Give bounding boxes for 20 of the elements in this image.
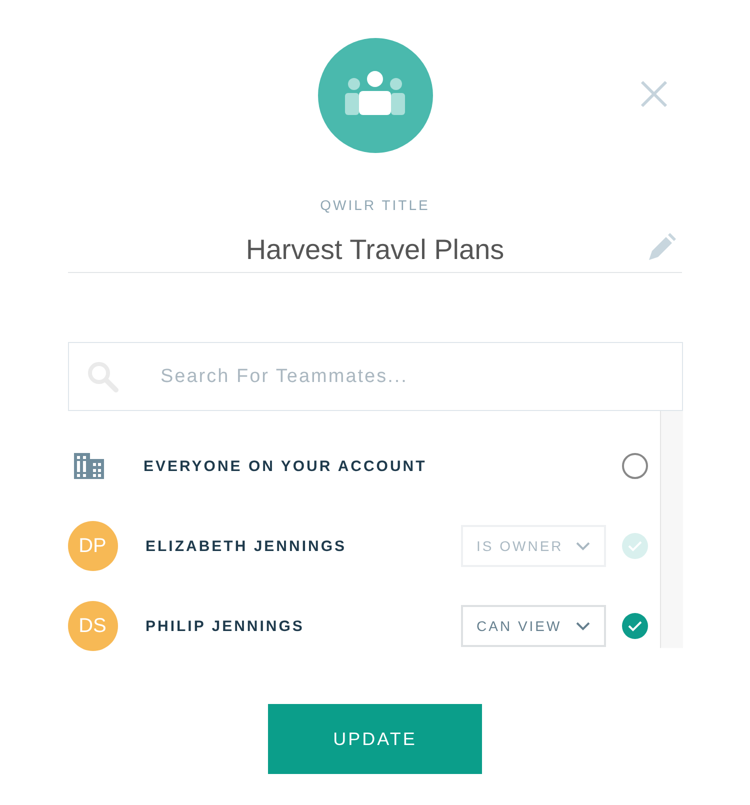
close-icon[interactable] [640, 80, 668, 108]
building-icon [74, 453, 104, 479]
initials-avatar: DS [68, 601, 118, 651]
title-label: QWILR TITLE [320, 197, 430, 213]
checkbox[interactable] [622, 613, 648, 639]
scrollbar[interactable] [660, 411, 682, 648]
member-name: PHILIP JENNINGS [146, 618, 306, 634]
account-label: EVERYONE ON YOUR ACCOUNT [144, 458, 428, 474]
initials-avatar: DP [68, 521, 118, 571]
checkmark-icon [628, 540, 642, 552]
role-dropdown[interactable]: CAN VIEW [460, 605, 606, 647]
chevron-down-icon [576, 541, 590, 551]
chevron-down-icon [576, 621, 590, 631]
search-field[interactable]: Search For Teammates... [68, 342, 682, 411]
checkbox[interactable] [622, 453, 648, 479]
title-text[interactable]: Harvest Travel Plans [246, 234, 504, 266]
pencil-icon[interactable] [646, 233, 676, 263]
checkmark-icon [628, 620, 642, 632]
update-button[interactable]: UPDATE [268, 704, 482, 774]
member-name: ELIZABETH JENNINGS [146, 538, 348, 554]
